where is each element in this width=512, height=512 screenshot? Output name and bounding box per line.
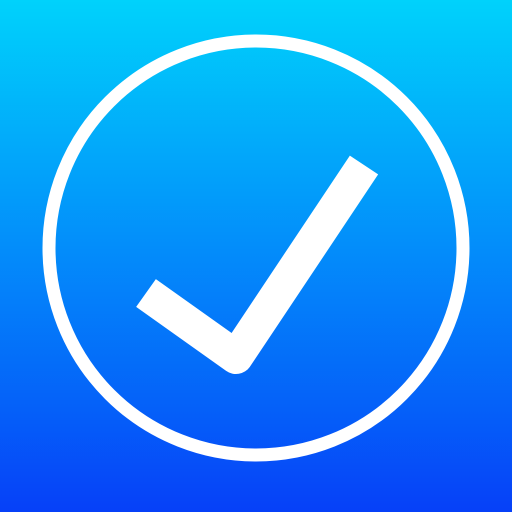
check-mark	[136, 155, 379, 374]
outer-ring	[42, 34, 470, 462]
app-icon	[0, 0, 512, 512]
checkmark-circle-icon	[42, 34, 470, 462]
